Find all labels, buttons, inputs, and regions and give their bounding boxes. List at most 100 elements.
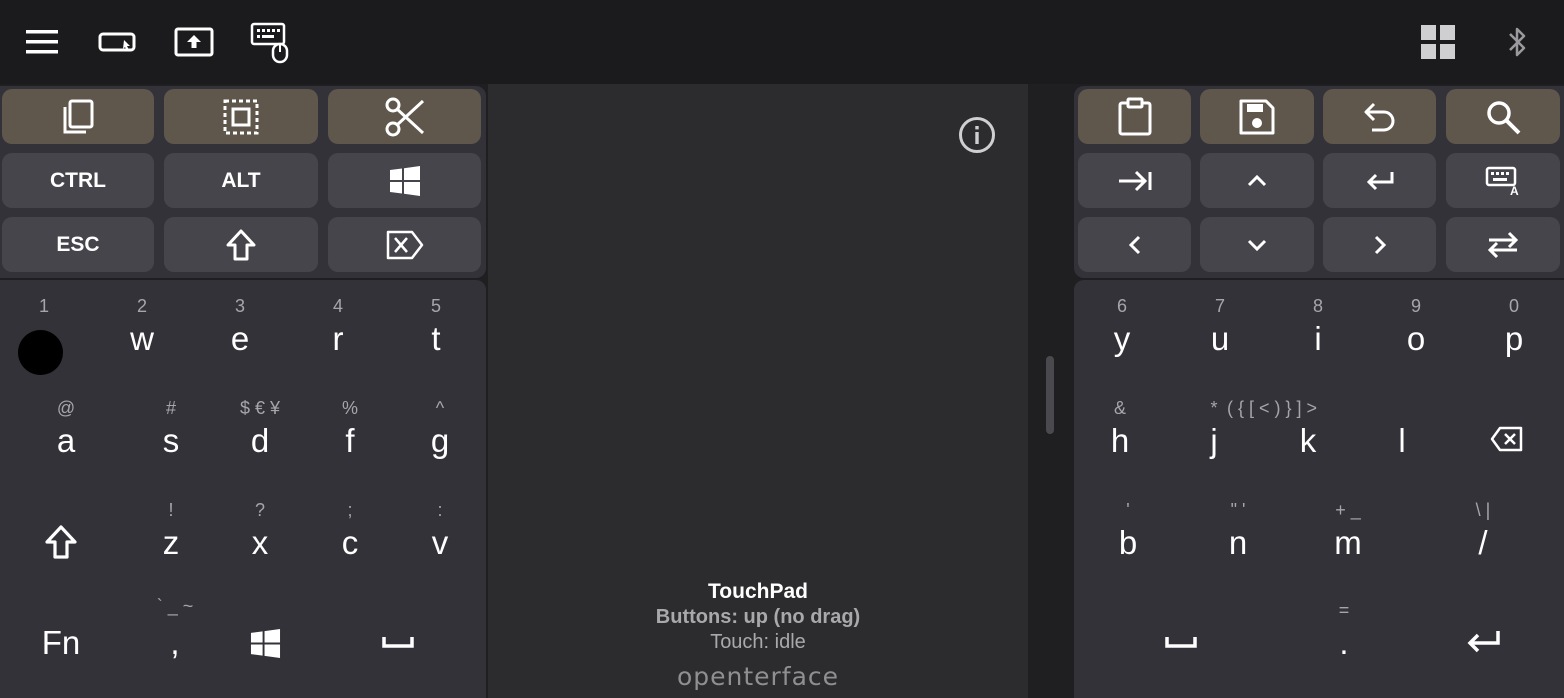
bluetooth-icon[interactable]	[1496, 20, 1540, 64]
key-k[interactable]: ( { [ < ) } ] > k	[1227, 390, 1353, 490]
enter-key-small[interactable]	[1323, 153, 1436, 208]
arrow-up-icon	[1247, 174, 1267, 186]
windows-key[interactable]	[328, 153, 481, 208]
copy-button[interactable]	[2, 89, 154, 144]
arrow-down-icon	[1247, 239, 1267, 251]
key-hint: =	[1338, 600, 1350, 620]
key-u[interactable]: 7u	[1175, 288, 1265, 388]
key-p[interactable]: 0p	[1469, 288, 1559, 388]
touchpad-area[interactable]: TouchPad Buttons: up (no drag) Touch: id…	[488, 84, 1028, 698]
keyboard-lang-button[interactable]: A	[1446, 153, 1560, 208]
undo-button[interactable]	[1323, 89, 1436, 144]
key-hint: 3	[234, 296, 245, 316]
undo-icon	[1364, 102, 1394, 131]
alt-key[interactable]: ALT	[164, 153, 318, 208]
clipboard-icon	[1118, 97, 1151, 135]
swap-icon	[1487, 231, 1519, 258]
key-label: y	[1113, 320, 1131, 357]
key-hint: &	[1113, 398, 1126, 418]
key-windows[interactable]	[220, 592, 310, 692]
search-button[interactable]	[1446, 89, 1560, 144]
arrow-left-key[interactable]	[1078, 217, 1191, 272]
copy-icon	[63, 99, 94, 133]
swap-button[interactable]	[1446, 217, 1560, 272]
key-space-right[interactable]	[1136, 592, 1226, 692]
windows-icon	[389, 165, 420, 196]
ctrl-key[interactable]: CTRL	[2, 153, 154, 208]
key-backspace[interactable]	[1461, 390, 1551, 490]
key-s[interactable]: # s	[126, 390, 216, 490]
key-w[interactable]: 2w	[97, 288, 187, 388]
info-icon[interactable]	[958, 116, 996, 154]
key-b[interactable]: ' b	[1083, 492, 1173, 592]
key-label: b	[1118, 524, 1138, 561]
key-e[interactable]: 3e	[195, 288, 285, 388]
key-hint: 7	[1214, 296, 1225, 316]
left-function-panel: CTRL ALT ESC	[0, 86, 486, 278]
key-enter[interactable]	[1438, 592, 1528, 692]
key-x[interactable]: ? x	[215, 492, 305, 592]
delete-key[interactable]	[328, 217, 481, 272]
key-space-left[interactable]	[353, 592, 443, 692]
key-label: .	[1339, 624, 1349, 661]
windows-icon	[250, 628, 281, 659]
key-l[interactable]: l	[1357, 390, 1447, 490]
key-d[interactable]: $ € ¥ d	[215, 390, 305, 490]
key-c[interactable]: ; c	[305, 492, 395, 592]
search-icon	[1487, 100, 1521, 134]
key-label: ,	[170, 624, 180, 661]
key-comma[interactable]: ` _ ~,	[130, 592, 220, 692]
key-label: r	[332, 320, 344, 357]
save-button[interactable]	[1200, 89, 1314, 144]
key-label: p	[1504, 320, 1524, 357]
key-h[interactable]: & h	[1075, 390, 1165, 490]
key-m[interactable]: + _ m	[1303, 492, 1393, 592]
key-r[interactable]: 4r	[293, 288, 383, 388]
screen-upload-icon[interactable]	[172, 20, 216, 64]
key-y[interactable]: 6y	[1077, 288, 1167, 388]
key-label: k	[1299, 422, 1317, 459]
scroll-handle[interactable]	[1046, 356, 1054, 434]
key-label: m	[1334, 524, 1362, 561]
key-label: z	[162, 524, 180, 561]
key-label: j	[1210, 422, 1218, 459]
alt-label: ALT	[221, 168, 261, 192]
key-hint: 2	[136, 296, 147, 316]
grid-icon[interactable]	[1416, 20, 1460, 64]
key-o[interactable]: 9o	[1371, 288, 1461, 388]
key-slash[interactable]: \ | /	[1438, 492, 1528, 592]
arrow-right-key[interactable]	[1323, 217, 1436, 272]
key-period[interactable]: =.	[1299, 592, 1389, 692]
key-n[interactable]: " ' n	[1193, 492, 1283, 592]
key-label: f	[345, 422, 355, 459]
arrow-right-icon	[1374, 235, 1386, 254]
menu-icon[interactable]	[20, 20, 64, 64]
arrow-down-key[interactable]	[1200, 217, 1314, 272]
cut-button[interactable]	[328, 89, 481, 144]
key-q[interactable]: 1	[0, 288, 89, 388]
select-all-button[interactable]	[164, 89, 318, 144]
key-g[interactable]: ^ g	[395, 390, 485, 490]
touchpad-title: TouchPad	[708, 580, 808, 603]
key-hint: @	[56, 398, 76, 418]
key-label: c	[341, 524, 359, 561]
arrow-up-key[interactable]	[1200, 153, 1314, 208]
shift-key[interactable]	[164, 217, 318, 272]
key-hint: 5	[430, 296, 441, 316]
key-label: t	[431, 320, 441, 357]
keyboard-mouse-icon[interactable]	[249, 20, 293, 64]
key-shift[interactable]	[16, 492, 106, 592]
key-t[interactable]: 5t	[391, 288, 481, 388]
shift-icon	[226, 229, 256, 260]
key-i[interactable]: 8i	[1273, 288, 1363, 388]
esc-key[interactable]: ESC	[2, 217, 154, 272]
key-z[interactable]: ! z	[126, 492, 216, 592]
key-hint: 6	[1116, 296, 1127, 316]
key-f[interactable]: % f	[305, 390, 395, 490]
key-a[interactable]: @ a	[21, 390, 111, 490]
key-fn[interactable]: Fn	[16, 592, 106, 692]
paste-button[interactable]	[1078, 89, 1191, 144]
key-v[interactable]: :v	[395, 492, 485, 592]
mouse-keyboard-mode-icon[interactable]	[96, 20, 140, 64]
tab-key[interactable]	[1078, 153, 1191, 208]
